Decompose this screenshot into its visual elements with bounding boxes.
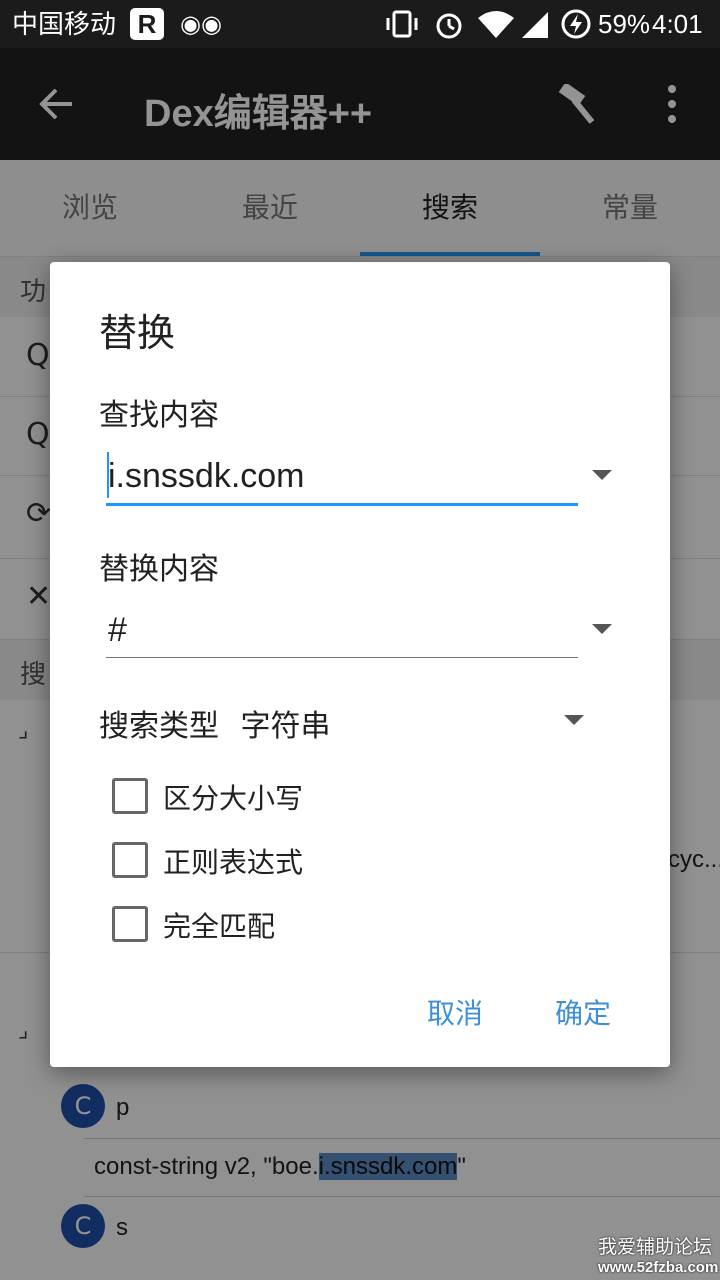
watermark-line1: 我爱辅助论坛 bbox=[598, 1236, 713, 1258]
cell-signal-icon bbox=[522, 12, 548, 38]
battery-charging-icon bbox=[561, 9, 591, 39]
regex-checkbox[interactable] bbox=[112, 842, 148, 878]
find-history-dropdown-icon[interactable] bbox=[592, 470, 612, 480]
confirm-button[interactable]: 确定 bbox=[555, 992, 611, 1032]
replace-dialog: 替换 查找内容 替换内容 搜索类型 字符串 区分大小写 正则表达式 完全匹配 取… bbox=[50, 262, 670, 1067]
carrier-name: 中国移动 bbox=[12, 9, 117, 39]
exact-match-checkbox[interactable] bbox=[112, 906, 148, 942]
wifi-icon bbox=[478, 11, 514, 38]
cancel-button[interactable]: 取消 bbox=[427, 992, 483, 1032]
exact-match-label[interactable]: 完全匹配 bbox=[163, 905, 275, 945]
search-type-value: 字符串 bbox=[240, 709, 331, 744]
android-robot-icon: ◉◉ bbox=[180, 10, 222, 38]
vibrate-icon bbox=[386, 10, 418, 38]
dialog-title: 替换 bbox=[99, 311, 176, 355]
clock: 4:01 bbox=[652, 9, 703, 39]
find-label: 查找内容 bbox=[99, 398, 219, 433]
watermark-line2: www.52fzba.com bbox=[598, 1259, 719, 1276]
find-input[interactable] bbox=[106, 450, 580, 502]
replace-underline bbox=[106, 657, 578, 658]
replace-history-dropdown-icon[interactable] bbox=[592, 624, 612, 634]
text-cursor bbox=[107, 452, 109, 498]
replace-input[interactable] bbox=[106, 604, 580, 656]
case-sensitive-checkbox[interactable] bbox=[112, 778, 148, 814]
battery-percent: 59% bbox=[598, 9, 651, 39]
replace-label: 替换内容 bbox=[99, 552, 219, 587]
search-type-dropdown-icon[interactable] bbox=[564, 715, 584, 725]
r-app-icon: R bbox=[130, 8, 164, 40]
find-underline bbox=[106, 503, 578, 506]
alarm-icon bbox=[436, 13, 462, 39]
watermark: 我爱辅助论坛 www.52fzba.com bbox=[598, 1232, 718, 1276]
search-type-label: 搜索类型 bbox=[99, 709, 219, 744]
status-bar: 中国移动 R ◉◉ 59% 4:01 bbox=[0, 0, 720, 48]
regex-label[interactable]: 正则表达式 bbox=[163, 841, 303, 881]
case-sensitive-label[interactable]: 区分大小写 bbox=[163, 777, 303, 817]
search-type-selector[interactable]: 搜索类型 字符串 bbox=[99, 701, 331, 745]
